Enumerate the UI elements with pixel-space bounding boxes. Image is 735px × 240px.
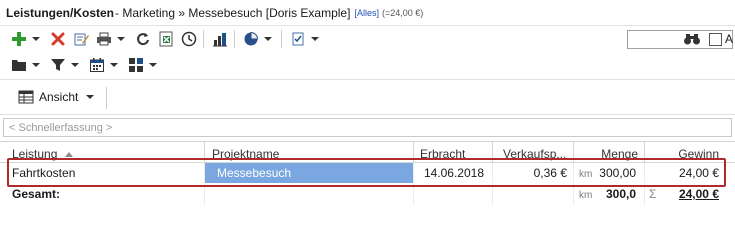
column-header-label: Leistung — [12, 147, 58, 161]
sum-icon: Σ — [649, 187, 657, 201]
column-header-label: Verkaufsp... — [503, 147, 567, 161]
total-empty-cell — [414, 184, 493, 204]
search-input[interactable] — [631, 32, 691, 47]
column-header-leistung[interactable]: Leistung — [0, 142, 205, 163]
delete-icon — [51, 32, 65, 46]
search-button[interactable] — [683, 32, 701, 49]
excel-export-icon — [159, 31, 173, 47]
calendar-dropdown[interactable] — [109, 54, 119, 76]
total-menge: km 300,0 — [574, 184, 645, 204]
main-toolbar — [0, 26, 735, 52]
print-dropdown[interactable] — [116, 28, 126, 50]
quick-entry-placeholder: < Schnellerfassung > — [9, 121, 113, 134]
quick-entry-field[interactable]: < Schnellerfassung > — [3, 118, 732, 137]
print-button[interactable] — [93, 28, 115, 50]
column-header-gewinn[interactable]: Gewinn — [645, 142, 735, 163]
app-title: Leistungen/Kosten — [6, 5, 115, 20]
edit-icon — [74, 33, 89, 46]
folder-icon — [12, 60, 26, 71]
checklist-button[interactable] — [287, 28, 309, 50]
cell-leistung: Fahrtkosten — [0, 163, 205, 183]
add-icon — [12, 32, 26, 46]
filter-icon — [51, 59, 65, 71]
total-gewinn: Σ 24,00 € — [645, 184, 735, 204]
chart-button[interactable] — [240, 28, 262, 50]
clock-icon — [181, 31, 197, 47]
cell-gewinn: 24,00 € — [678, 166, 719, 180]
total-gewinn-value: 24,00 € — [678, 187, 719, 201]
total-empty-cell — [205, 184, 414, 204]
filter-button[interactable] — [47, 54, 69, 76]
column-header-verkaufspreis[interactable]: Verkaufsp... — [493, 142, 574, 163]
layout-dropdown[interactable] — [148, 54, 158, 76]
column-header-projektname[interactable]: Projektname — [205, 142, 414, 163]
column-header-menge[interactable]: Menge — [574, 142, 645, 163]
view-icon — [18, 90, 34, 104]
print-icon — [97, 32, 111, 46]
delete-button[interactable] — [47, 28, 69, 50]
view-button-label: Ansicht — [39, 90, 79, 104]
column-header-label: Projektname — [212, 147, 280, 161]
unit-label: km — [579, 190, 593, 201]
calendar-icon — [90, 58, 104, 72]
binoculars-icon — [684, 34, 700, 45]
pie-chart-icon — [244, 31, 259, 46]
add-button[interactable] — [8, 28, 30, 50]
cell-verkaufspreis: 0,36 € — [493, 163, 574, 183]
report-icon — [213, 33, 227, 47]
total-row: Gesamt: km 300,0 Σ 24,00 € — [0, 184, 735, 204]
chart-dropdown[interactable] — [263, 28, 273, 50]
checklist-dropdown[interactable] — [310, 28, 320, 50]
total-menge-value: 300,0 — [605, 187, 636, 201]
view-button[interactable]: Ansicht — [18, 86, 95, 108]
cell-projektname[interactable]: Messebesuch — [205, 163, 414, 183]
edit-button[interactable] — [70, 28, 92, 50]
report-button[interactable] — [209, 28, 231, 50]
column-header-label: Erbracht — [420, 147, 466, 161]
checklist-icon — [292, 32, 304, 46]
column-header-erbracht[interactable]: Erbracht — [414, 142, 493, 163]
toolbar-separator — [203, 30, 204, 48]
menge-value: 300,00 — [599, 166, 636, 180]
total-sum: (=24,00 €) — [381, 7, 424, 18]
excel-export-button[interactable] — [155, 28, 177, 50]
filter-dropdown[interactable] — [70, 54, 80, 76]
folder-dropdown[interactable] — [31, 54, 41, 76]
toolbar-separator — [281, 30, 282, 48]
total-empty-cell — [493, 184, 574, 204]
unit-label: km — [579, 169, 593, 180]
refresh-icon — [137, 33, 149, 46]
all-checkbox-label: A — [725, 32, 734, 46]
time-button[interactable] — [178, 28, 200, 50]
view-bar: Ansicht — [0, 79, 735, 115]
title-bar: Leistungen/Kosten - Marketing » Messebes… — [0, 0, 735, 26]
cell-menge: km 300,00 — [574, 163, 645, 183]
all-checkbox[interactable] — [709, 32, 722, 46]
cell-erbracht: 14.06.2018 — [414, 163, 493, 183]
grid-header: Leistung Projektname Erbracht Verkaufsp.… — [0, 141, 735, 163]
column-header-label: Gewinn — [678, 147, 719, 161]
all-checkbox-wrap: A — [709, 32, 733, 46]
sort-ascending-icon — [65, 152, 74, 157]
add-dropdown[interactable] — [31, 28, 41, 50]
layout-button[interactable] — [125, 54, 147, 76]
filter-badge[interactable]: [Alles] — [354, 8, 379, 18]
folder-button[interactable] — [8, 54, 30, 76]
refresh-button[interactable] — [132, 28, 154, 50]
breadcrumb: - Marketing » Messebesuch [Doris Example… — [115, 5, 351, 20]
secondary-toolbar — [0, 52, 164, 78]
total-label: Gesamt: — [0, 184, 205, 204]
view-separator — [106, 87, 107, 109]
view-dropdown-caret[interactable] — [86, 95, 95, 99]
calendar-button[interactable] — [86, 54, 108, 76]
column-header-label: Menge — [601, 147, 638, 161]
services-grid: Leistung Projektname Erbracht Verkaufsp.… — [0, 141, 735, 204]
toolbar-separator — [234, 30, 235, 48]
layout-icon — [129, 58, 143, 72]
table-row[interactable]: Fahrtkosten Messebesuch 14.06.2018 0,36 … — [0, 163, 735, 183]
